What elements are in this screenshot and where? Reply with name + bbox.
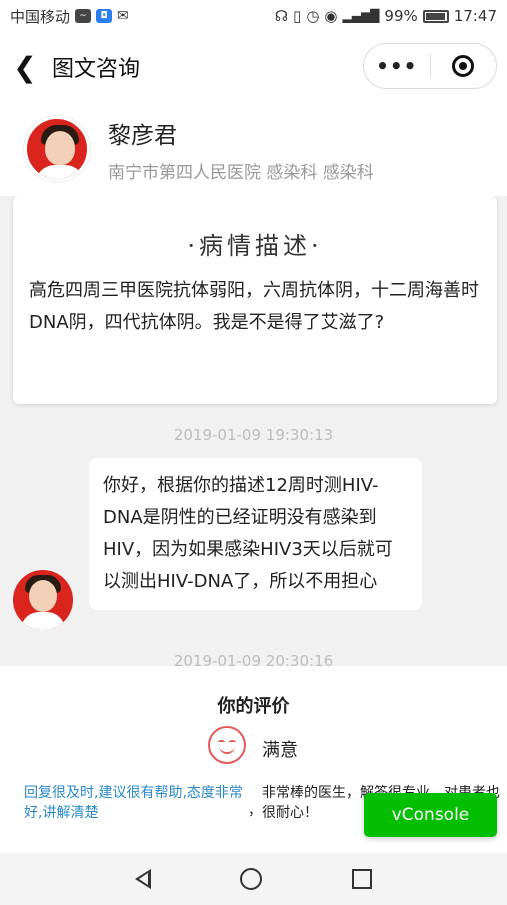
mini-program-capsule: ••• [363, 43, 497, 89]
rating-panel: 你的评价 满意 回复很及时,建议很有帮助,态度非常好,讲解清楚 ， 非常棒的医生… [0, 666, 507, 853]
doctor-hospital-dept: 南宁市第四人民医院 感染科 感染科 [108, 162, 374, 183]
battery-icon [422, 9, 449, 23]
doctor-avatar[interactable] [24, 116, 90, 182]
back-button[interactable]: ❮ [0, 37, 50, 97]
condition-description-card: ·病情描述· 高危四周三甲医院抗体弱阳，六周抗体阴，十二周海善时DNA阴，四代抗… [13, 196, 497, 404]
vibrate-icon: ▯ [293, 7, 302, 25]
reply-avatar[interactable] [13, 570, 73, 630]
page-title: 图文咨询 [52, 57, 141, 82]
battery-percent: 99% [384, 7, 418, 25]
message-timestamp: 2019-01-09 19:30:13 [173, 426, 334, 444]
shield-icon: ◘ [96, 9, 113, 23]
doctor-header: 黎彦君 南宁市第四人民医院 感染科 感染科 [0, 102, 507, 196]
target-icon [452, 55, 475, 77]
wechat-icon: ✉ [117, 8, 129, 24]
home-circle-icon[interactable] [240, 868, 263, 890]
nav-bar: ❮ 图文咨询 ••• [0, 32, 507, 102]
rating-label: 满意 [262, 740, 298, 761]
system-nav-bar [0, 853, 507, 905]
chevron-left-icon: ❮ [13, 50, 37, 84]
activity-icon: ~ [75, 9, 92, 23]
doctor-info: 黎彦君 南宁市第四人民医院 感染科 感染科 [108, 116, 374, 183]
eye-icon: ◉ [324, 7, 338, 25]
close-button[interactable] [431, 55, 497, 77]
next-timestamp: 2019-01-09 20:30:16 [173, 652, 334, 666]
signal-icon: ▂▄▆█ [342, 9, 380, 23]
back-triangle-icon[interactable] [134, 869, 151, 889]
rating-tags: 回复很及时,建议很有帮助,态度非常好,讲解清楚 [24, 785, 243, 821]
headset-icon: ☊ [274, 7, 289, 25]
carrier-label: 中国移动 [10, 7, 71, 26]
doctor-name: 黎彦君 [108, 122, 177, 149]
alarm-icon: ◷ [306, 7, 320, 25]
more-button[interactable]: ••• [364, 54, 430, 78]
reply-bubble: 你好，根据你的描述12周时测HIV-DNA是阴性的已经证明没有感染到HIV，因为… [89, 458, 422, 610]
clock-time: 17:47 [453, 7, 497, 25]
description-text: 高危四周三甲医院抗体弱阳，六周抗体阴，十二周海善时DNA阴，四代抗体阴。我是不是… [29, 280, 479, 333]
description-title: ·病情描述· [187, 232, 323, 260]
conversation-area[interactable]: ·病情描述· 高危四周三甲医院抗体弱阳，六周抗体阴，十二周海善时DNA阴，四代抗… [0, 196, 507, 666]
rating-title: 你的评价 [217, 696, 290, 717]
tags-separator: ， [248, 803, 262, 819]
status-bar: 中国移动 ~ ◘ ✉ ☊ ▯ ◷ ◉ ▂▄▆█ 99% 17:47 [0, 0, 507, 32]
recents-square-icon[interactable] [352, 869, 373, 889]
vconsole-button[interactable]: vConsole [364, 793, 497, 837]
smiley-face-icon [208, 726, 246, 764]
